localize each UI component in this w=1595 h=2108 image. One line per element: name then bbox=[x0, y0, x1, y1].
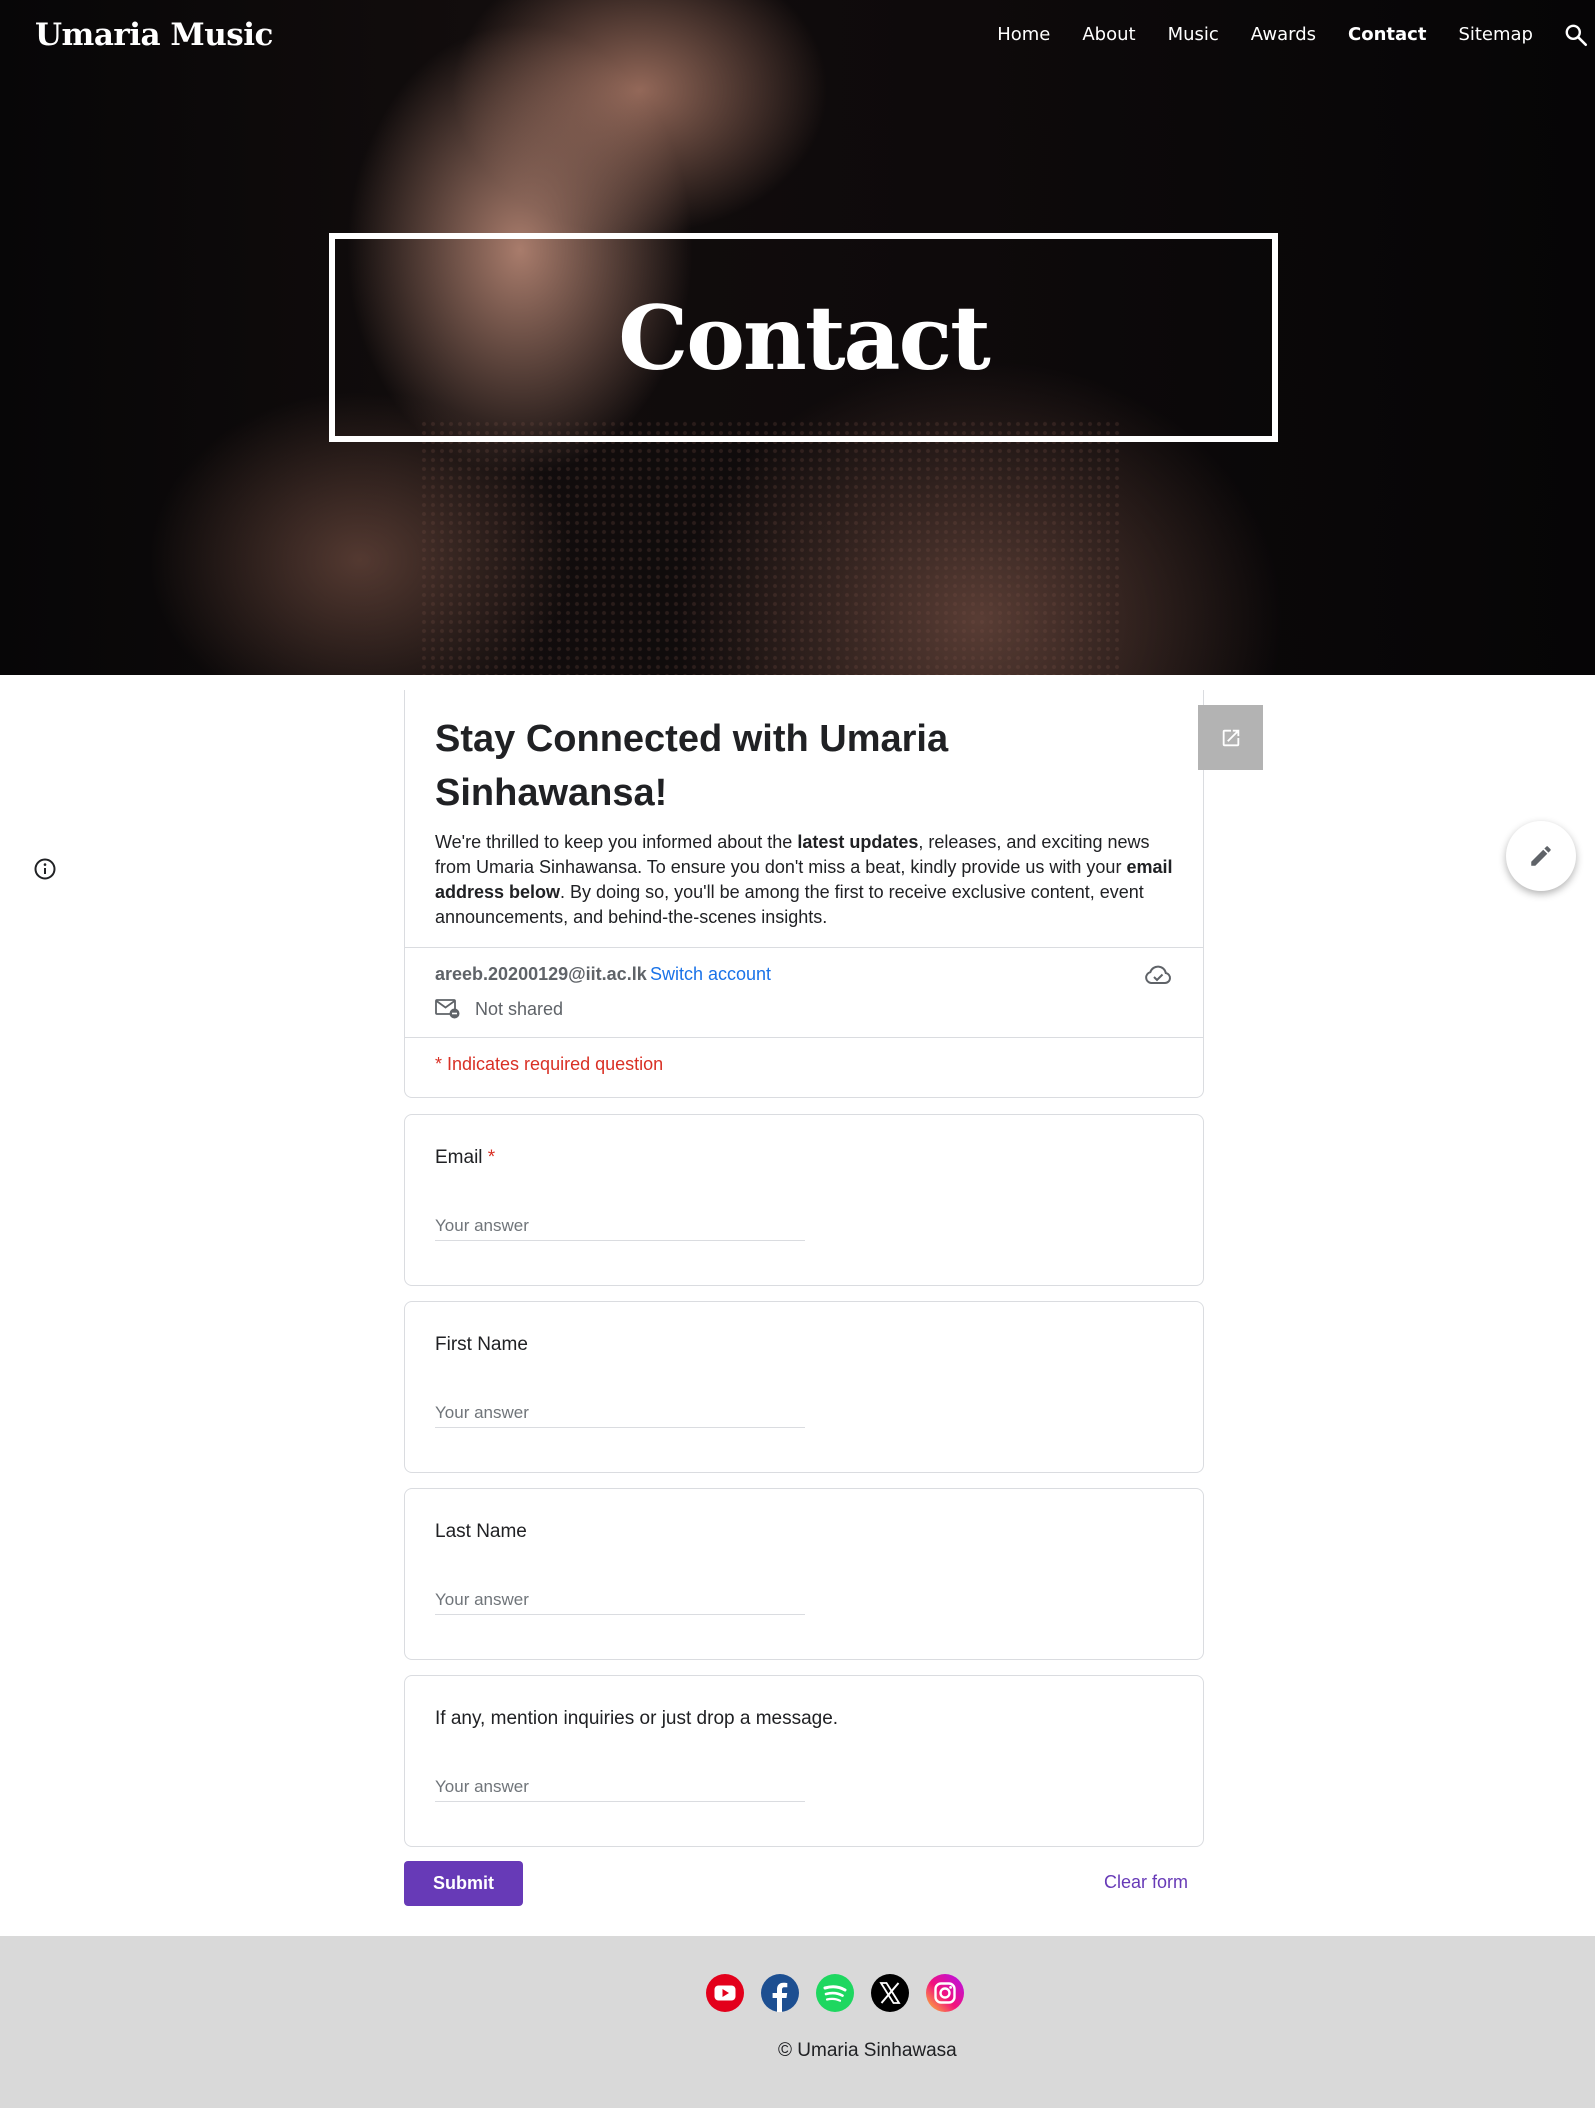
youtube-icon[interactable] bbox=[705, 1973, 745, 2013]
nav-awards[interactable]: Awards bbox=[1251, 24, 1316, 45]
required-question-note: * Indicates required question bbox=[435, 1054, 664, 1074]
open-external-icon bbox=[1222, 729, 1239, 746]
nav-music[interactable]: Music bbox=[1168, 24, 1219, 45]
nav-about[interactable]: About bbox=[1082, 24, 1135, 45]
pencil-icon bbox=[1531, 846, 1551, 866]
nav-sitemap[interactable]: Sitemap bbox=[1458, 24, 1533, 45]
instagram-icon[interactable] bbox=[925, 1973, 965, 2013]
form-header-card: Stay Connected with Umaria Sinhawansa! W… bbox=[404, 690, 1204, 1098]
x-twitter-icon[interactable] bbox=[870, 1973, 910, 2013]
question-card-email: Email * bbox=[404, 1114, 1204, 1286]
copyright-text: © Umaria Sinhawasa bbox=[778, 2040, 957, 2061]
mail-not-shared-icon bbox=[435, 998, 461, 1020]
spotify-icon[interactable] bbox=[815, 1973, 855, 2013]
search-icon[interactable] bbox=[1563, 22, 1589, 48]
question-card-last-name: Last Name bbox=[404, 1488, 1204, 1660]
form-title: Stay Connected with Umaria Sinhawansa! bbox=[435, 718, 949, 814]
question-card-first-name: First Name bbox=[404, 1301, 1204, 1473]
site-title[interactable]: Umaria Music bbox=[35, 17, 273, 53]
cloud-saved-icon bbox=[1143, 962, 1173, 988]
first-name-field[interactable] bbox=[435, 1398, 805, 1428]
clear-form-button[interactable]: Clear form bbox=[1104, 1872, 1188, 1893]
divider bbox=[405, 1037, 1203, 1038]
main-nav: Home About Music Awards Contact Sitemap bbox=[997, 24, 1533, 45]
question-label: Email * bbox=[435, 1147, 496, 1168]
hero-background-image bbox=[420, 420, 1120, 675]
nav-home[interactable]: Home bbox=[997, 24, 1050, 45]
facebook-icon[interactable] bbox=[760, 1973, 800, 2013]
nav-contact[interactable]: Contact bbox=[1348, 24, 1426, 45]
submit-button[interactable]: Submit bbox=[404, 1861, 523, 1906]
edit-button[interactable] bbox=[1506, 821, 1576, 891]
message-field[interactable] bbox=[435, 1772, 805, 1802]
question-card-message: If any, mention inquiries or just drop a… bbox=[404, 1675, 1204, 1847]
question-label: If any, mention inquiries or just drop a… bbox=[435, 1708, 839, 1729]
open-in-new-window-button[interactable] bbox=[1198, 705, 1263, 770]
question-label: Last Name bbox=[435, 1521, 527, 1542]
switch-account-link[interactable]: Switch account bbox=[650, 964, 771, 985]
footer bbox=[0, 1936, 1595, 2108]
last-name-field[interactable] bbox=[435, 1585, 805, 1615]
account-email: areeb.20200129@iit.ac.lk bbox=[435, 964, 647, 984]
divider bbox=[405, 947, 1203, 948]
required-asterisk: * bbox=[487, 1147, 496, 1168]
not-shared-label: Not shared bbox=[475, 999, 564, 1019]
hero-title-frame: Contact bbox=[329, 233, 1278, 442]
email-field[interactable] bbox=[435, 1211, 805, 1241]
question-label: First Name bbox=[435, 1334, 528, 1355]
page-title: Contact bbox=[618, 285, 991, 390]
info-icon[interactable] bbox=[33, 857, 57, 881]
form-description: We're thrilled to keep you informed abou… bbox=[435, 832, 1173, 927]
